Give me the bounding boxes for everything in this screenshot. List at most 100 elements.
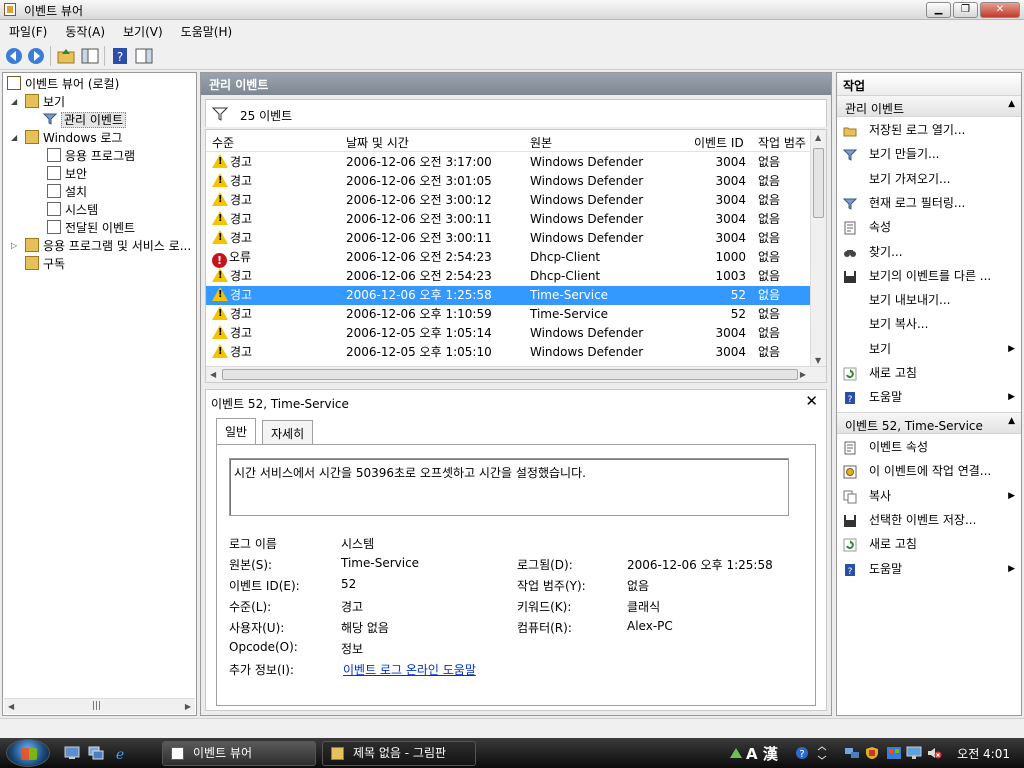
- show-hide-action-pane-icon[interactable]: [134, 46, 154, 66]
- table-row[interactable]: 경고 2006-12-06 오후 1:10:59 Time-Service 52 없음: [206, 305, 812, 324]
- col-source[interactable]: 원본: [530, 134, 552, 151]
- col-event-id[interactable]: 이벤트 ID: [694, 134, 744, 151]
- col-level[interactable]: 수준: [212, 134, 234, 151]
- scroll-down-arrow-icon[interactable]: ▼: [815, 356, 821, 365]
- tree-node-application[interactable]: 응용 프로그램: [47, 147, 135, 165]
- grid-horizontal-scrollbar[interactable]: ◀ ▶: [206, 366, 826, 382]
- action-item[interactable]: 새로 고침: [837, 362, 1021, 384]
- help-icon[interactable]: ?: [794, 746, 810, 760]
- volume-muted-icon[interactable]: [926, 746, 942, 760]
- action-item[interactable]: 보기 ▶: [837, 338, 1021, 360]
- action-item[interactable]: 속성: [837, 216, 1021, 238]
- table-row[interactable]: 경고 2006-12-06 오전 3:17:00 Windows Defender 3…: [206, 153, 812, 172]
- scroll-thumb[interactable]: [813, 148, 824, 218]
- table-row[interactable]: 경고 2006-12-05 오후 1:05:10 Windows Defender 3…: [206, 343, 812, 362]
- action-item[interactable]: 복사 ▶: [837, 485, 1021, 507]
- table-row[interactable]: ! 오류 2006-12-06 오전 2:54:23 Dhcp-Client 1000 없…: [206, 248, 812, 268]
- start-button[interactable]: [6, 739, 50, 767]
- action-item[interactable]: 보기 가져오기...: [837, 168, 1021, 190]
- taskbar-button-event-viewer[interactable]: 이벤트 뷰어: [162, 741, 316, 766]
- tab-details[interactable]: 자세히: [262, 420, 314, 444]
- col-datetime[interactable]: 날짜 및 시간: [346, 134, 409, 151]
- internet-explorer-icon[interactable]: e: [112, 746, 128, 763]
- ime-indicator[interactable]: A 漢: [746, 743, 778, 764]
- options-arrow-icon[interactable]: [814, 746, 830, 760]
- action-item[interactable]: 이 이벤트에 작업 연결...: [837, 460, 1021, 482]
- display-icon[interactable]: [906, 746, 922, 760]
- up-folder-icon[interactable]: [56, 46, 76, 66]
- menu-action[interactable]: 동작(A): [56, 20, 114, 42]
- scroll-left-arrow-icon[interactable]: ◀: [210, 370, 216, 379]
- tree-horizontal-scrollbar[interactable]: ◀ ||| ▶: [4, 698, 195, 714]
- col-category[interactable]: 작업 범주: [758, 134, 806, 151]
- actions-section-event[interactable]: 이벤트 52, Time-Service ▲: [837, 412, 1021, 434]
- table-row[interactable]: 경고 2006-12-06 오전 3:00:11 Windows Defender 3…: [206, 229, 812, 248]
- action-item[interactable]: 찾기...: [837, 241, 1021, 263]
- menu-view[interactable]: 보기(V): [114, 20, 172, 42]
- windows-update-icon[interactable]: [886, 746, 902, 760]
- warning-icon: [212, 173, 228, 187]
- action-item[interactable]: 새로 고침: [837, 533, 1021, 555]
- online-help-link[interactable]: 이벤트 로그 온라인 도움말: [343, 661, 476, 678]
- maximize-button[interactable]: ❐: [953, 2, 978, 18]
- tree-node-view[interactable]: ◢ 보기: [11, 93, 65, 111]
- tree-node-admin-events[interactable]: 관리 이벤트: [42, 111, 127, 129]
- scroll-right-arrow-icon[interactable]: ▶: [185, 702, 191, 711]
- scroll-up-arrow-icon[interactable]: ▲: [815, 133, 821, 142]
- tab-general[interactable]: 일반: [216, 418, 257, 445]
- collapse-arrow-icon[interactable]: ◢: [11, 93, 17, 111]
- grid-vertical-scrollbar[interactable]: ▲ ▼: [810, 130, 826, 368]
- tree-node-forwarded-events[interactable]: 전달된 이벤트: [47, 219, 135, 237]
- action-item[interactable]: 보기 복사...: [837, 313, 1021, 335]
- cell-category: 없음: [758, 288, 781, 302]
- taskbar-button-paint[interactable]: 제목 없음 - 그림판: [322, 741, 476, 766]
- scroll-right-arrow-icon[interactable]: ▶: [800, 370, 806, 379]
- table-row[interactable]: 경고 2006-12-06 오전 3:00:11 Windows Defender 3…: [206, 210, 812, 229]
- action-item[interactable]: 이벤트 속성: [837, 436, 1021, 458]
- security-center-icon[interactable]: [864, 746, 880, 760]
- back-arrow-icon[interactable]: [4, 46, 24, 66]
- action-item[interactable]: 저장된 로그 열기...: [837, 119, 1021, 141]
- filter-icon[interactable]: [211, 106, 229, 122]
- show-desktop-icon[interactable]: [64, 746, 80, 760]
- table-row[interactable]: 경고 2006-12-06 오전 3:00:12 Windows Defender 3…: [206, 191, 812, 210]
- forward-arrow-icon[interactable]: [26, 46, 46, 66]
- tree-node-windows-logs[interactable]: ◢ Windows 로그: [11, 129, 122, 147]
- action-item[interactable]: 선택한 이벤트 저장...: [837, 509, 1021, 531]
- menu-file[interactable]: 파일(F): [0, 20, 56, 42]
- expand-arrow-icon[interactable]: ▷: [11, 237, 17, 255]
- clock[interactable]: 오전 4:01: [957, 745, 1010, 762]
- minimize-button[interactable]: ▁: [926, 2, 951, 18]
- table-row[interactable]: 경고 2006-12-05 오후 1:05:14 Windows Defender 3…: [206, 324, 812, 343]
- action-item[interactable]: 보기의 이벤트를 다른 ...: [837, 265, 1021, 287]
- network-icon[interactable]: [844, 746, 860, 760]
- language-bar-icon[interactable]: [728, 746, 744, 760]
- tree-node-security[interactable]: 보안: [47, 165, 87, 183]
- collapse-arrow-icon[interactable]: ▲: [1008, 416, 1015, 426]
- scroll-thumb[interactable]: [222, 369, 798, 380]
- tree-node-app-services-logs[interactable]: ▷ 응용 프로그램 및 서비스 로...: [11, 237, 191, 255]
- action-item[interactable]: 보기 내보내기...: [837, 289, 1021, 311]
- collapse-arrow-icon[interactable]: ◢: [11, 129, 17, 147]
- actions-section-admin-events[interactable]: 관리 이벤트 ▲: [837, 95, 1021, 117]
- tree-node-system[interactable]: 시스템: [47, 201, 98, 219]
- close-icon[interactable]: ✕: [805, 392, 818, 410]
- tree-node-setup[interactable]: 설치: [47, 183, 87, 201]
- switch-windows-icon[interactable]: [88, 746, 104, 760]
- table-row[interactable]: 경고 2006-12-06 오전 2:54:23 Dhcp-Client 1003 없음: [206, 267, 812, 286]
- close-button[interactable]: ✕: [980, 2, 1020, 18]
- action-item[interactable]: 현재 로그 필터링...: [837, 192, 1021, 214]
- show-hide-console-tree-icon[interactable]: [80, 46, 100, 66]
- scroll-left-arrow-icon[interactable]: ◀: [8, 702, 14, 711]
- action-item[interactable]: ? 도움말 ▶: [837, 558, 1021, 580]
- menu-help[interactable]: 도움말(H): [172, 20, 242, 42]
- tree-node-subscriptions[interactable]: 구독: [25, 255, 65, 273]
- action-item[interactable]: ? 도움말 ▶: [837, 386, 1021, 408]
- table-row[interactable]: 경고 2006-12-06 오후 1:25:58 Time-Service 52 없음: [206, 286, 812, 305]
- collapse-arrow-icon[interactable]: ▲: [1008, 99, 1015, 109]
- event-message[interactable]: 시간 서비스에서 시간을 50396초로 오프셋하고 시간을 설정했습니다.: [229, 458, 789, 516]
- action-item[interactable]: 보기 만들기...: [837, 143, 1021, 165]
- tree-node-root[interactable]: 이벤트 뷰어 (로컬): [7, 75, 119, 93]
- help-icon[interactable]: ?: [110, 46, 130, 66]
- table-row[interactable]: 경고 2006-12-06 오전 3:01:05 Windows Defender 3…: [206, 172, 812, 191]
